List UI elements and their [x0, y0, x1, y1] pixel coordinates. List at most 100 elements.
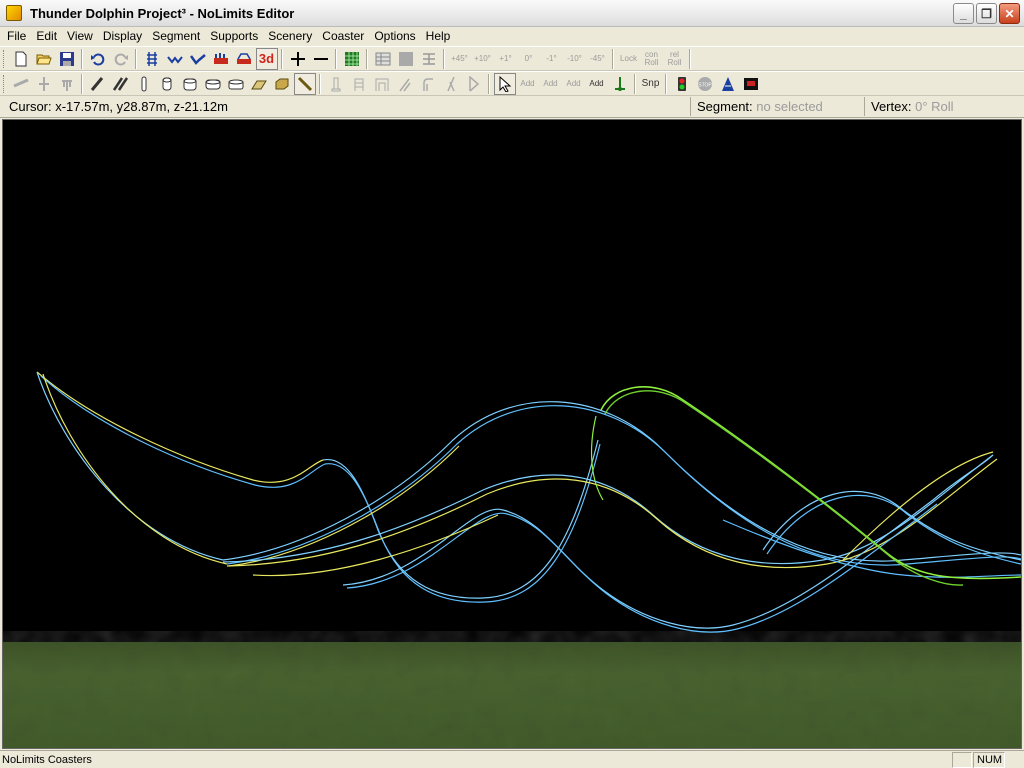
- end-support-button[interactable]: [463, 73, 485, 95]
- wave-view-button[interactable]: [164, 48, 186, 70]
- con-roll-button[interactable]: con Roll: [641, 48, 663, 70]
- roll-plus1-button[interactable]: +1°: [495, 48, 517, 70]
- cylinder-button[interactable]: [202, 73, 224, 95]
- add-support-button[interactable]: Add: [563, 73, 585, 95]
- minimize-icon: _: [960, 6, 967, 21]
- menu-segment[interactable]: Segment: [147, 27, 205, 46]
- close-button[interactable]: ✕: [999, 3, 1020, 24]
- status-panel-caps: [952, 752, 972, 768]
- footer-button[interactable]: [325, 73, 347, 95]
- spacing-button[interactable]: [418, 48, 440, 70]
- arch-icon: [375, 78, 388, 91]
- display-button[interactable]: [740, 73, 762, 95]
- toolbar-separator: [366, 48, 368, 69]
- app-icon: [6, 5, 22, 21]
- cross-support-button[interactable]: [440, 73, 462, 95]
- toolbar-separator: [81, 48, 83, 69]
- toolbar-separator: [612, 48, 614, 69]
- vertex-label: Vertex:: [871, 99, 912, 114]
- menu-bar: File Edit View Display Segment Supports …: [0, 27, 1024, 46]
- ground-button[interactable]: [609, 73, 631, 95]
- support-tool-1[interactable]: [10, 73, 32, 95]
- status-text: NoLimits Coasters: [2, 754, 92, 766]
- toolbar-separator: [689, 48, 691, 69]
- zoom-in-button[interactable]: [287, 48, 309, 70]
- cursor-arrow-icon: [499, 75, 511, 92]
- roll-plus45-button[interactable]: +45°: [449, 48, 471, 70]
- menu-help[interactable]: Help: [421, 27, 456, 46]
- menu-options[interactable]: Options: [369, 27, 420, 46]
- toolbar-separator: [634, 73, 636, 94]
- large-pipe-icon: [183, 78, 196, 90]
- arch-button[interactable]: [371, 73, 393, 95]
- add-segment-button[interactable]: Add: [540, 73, 562, 95]
- add-footer-button[interactable]: Add: [586, 73, 608, 95]
- add-vertex-label: Add: [520, 78, 535, 88]
- warning-button[interactable]: [717, 73, 739, 95]
- curve-icon: [189, 53, 206, 65]
- support-joint-icon: [38, 76, 49, 91]
- station-button[interactable]: [210, 48, 232, 70]
- large-pipe-button[interactable]: [179, 73, 201, 95]
- roll-minus10-button[interactable]: -10°: [564, 48, 586, 70]
- zoom-out-button[interactable]: [310, 48, 332, 70]
- rel-roll-button[interactable]: rel Roll: [664, 48, 686, 70]
- stop-button[interactable]: STOP: [694, 73, 716, 95]
- pipe-button[interactable]: [156, 73, 178, 95]
- wide-cylinder-button[interactable]: [225, 73, 247, 95]
- snap-button[interactable]: Snp: [640, 73, 662, 95]
- spacing-icon: [422, 52, 435, 65]
- menu-view[interactable]: View: [62, 27, 98, 46]
- tower-icon: [354, 78, 363, 91]
- menu-supports[interactable]: Supports: [205, 27, 263, 46]
- 3d-view-button[interactable]: 3d: [255, 47, 278, 70]
- add-support-label: Add: [566, 78, 581, 88]
- lock-button[interactable]: Lock: [618, 48, 640, 70]
- toolbar-grip[interactable]: [3, 49, 6, 68]
- toolbar-grip[interactable]: [3, 74, 6, 93]
- open-folder-icon: [35, 54, 52, 64]
- roll-minus1-button[interactable]: -1°: [541, 48, 563, 70]
- pencil-tool-button[interactable]: [87, 73, 109, 95]
- support-tool-2[interactable]: [33, 73, 55, 95]
- menu-scenery[interactable]: Scenery: [263, 27, 317, 46]
- track-view-button[interactable]: [141, 48, 163, 70]
- wood-block-button[interactable]: [271, 73, 293, 95]
- restore-button[interactable]: ❐: [976, 3, 997, 24]
- support-tool-3[interactable]: [56, 73, 78, 95]
- table-button[interactable]: [372, 48, 394, 70]
- minimize-button[interactable]: _: [953, 3, 974, 24]
- con-roll-label: con Roll: [644, 49, 659, 67]
- menu-coaster[interactable]: Coaster: [317, 27, 369, 46]
- grid-icon: [344, 51, 359, 66]
- open-file-button[interactable]: [33, 48, 55, 70]
- 3d-viewport[interactable]: [2, 119, 1022, 749]
- roll-zero-button[interactable]: 0°: [518, 48, 540, 70]
- block-button[interactable]: [395, 48, 417, 70]
- wood-beam-button[interactable]: [248, 73, 270, 95]
- grid-button[interactable]: [341, 48, 363, 70]
- tower-button[interactable]: [348, 73, 370, 95]
- menu-display[interactable]: Display: [98, 27, 147, 46]
- roll-plus10-button[interactable]: +10°: [472, 48, 494, 70]
- new-file-button[interactable]: [10, 48, 32, 70]
- save-button[interactable]: [56, 48, 78, 70]
- menu-file[interactable]: File: [2, 27, 31, 46]
- slant-support-button[interactable]: [394, 73, 416, 95]
- menu-edit[interactable]: Edit: [31, 27, 62, 46]
- roll-minus45-button[interactable]: -45°: [587, 48, 609, 70]
- curve-view-button[interactable]: [187, 48, 209, 70]
- train-button[interactable]: [233, 48, 255, 70]
- undo-button[interactable]: [87, 48, 109, 70]
- thin-pipe-button[interactable]: [133, 73, 155, 95]
- segment-info: Segment: no selected: [690, 97, 829, 116]
- add-footer-label: Add: [589, 78, 604, 88]
- select-pointer-button[interactable]: [493, 72, 516, 95]
- add-vertex-button[interactable]: Add: [517, 73, 539, 95]
- redo-button[interactable]: [110, 48, 132, 70]
- bent-support-button[interactable]: [417, 73, 439, 95]
- double-beam-button[interactable]: [110, 73, 132, 95]
- diagonal-beam-button[interactable]: [293, 72, 316, 95]
- traffic-light-button[interactable]: [671, 73, 693, 95]
- pencil-icon: [90, 76, 103, 91]
